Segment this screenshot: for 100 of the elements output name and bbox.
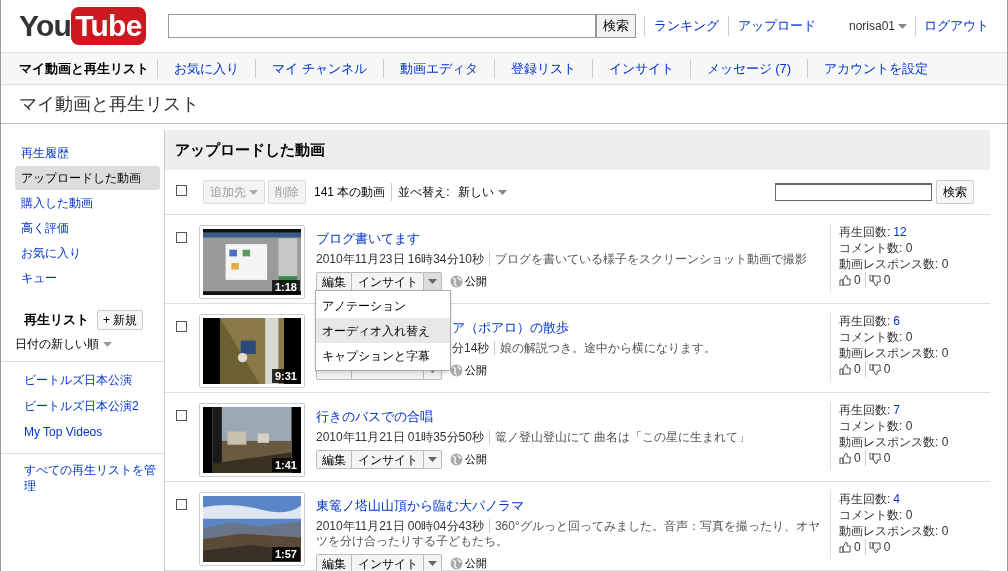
view-count: 7 (893, 402, 901, 418)
thumbs-up-icon[interactable] (839, 274, 851, 286)
comment-count: コメント数: 0 (839, 507, 914, 523)
video-title-link[interactable]: 東篭ノ塔山山頂から臨む大パノラマ (316, 496, 524, 516)
video-title-link[interactable]: 行きのバスでの合唱 (316, 407, 433, 427)
search-button[interactable]: 検索 (936, 180, 974, 204)
checkbox[interactable] (176, 410, 187, 421)
thumbs-down-icon[interactable] (868, 541, 881, 553)
privacy-status: 公開 (465, 273, 487, 289)
video-duration: 1:41 (271, 458, 300, 472)
nav-link[interactable]: アップロード (727, 16, 825, 36)
insight-button[interactable]: インサイト (352, 449, 423, 469)
page-title: マイ動画と再生リスト (1, 85, 1007, 124)
views-label: 再生回数: (839, 313, 891, 329)
caret-icon (898, 23, 907, 29)
logout-link[interactable]: ログアウト (915, 16, 989, 36)
video-details: 2010年11月23日 16時34分10秒 ブログを書いている様子をスクリーンショット動画で撮影 (316, 251, 808, 267)
menu-item[interactable]: オーディオ入れ替え (316, 318, 450, 343)
globe-icon (450, 556, 463, 570)
video-details: 2010年11月21日 01時35分50秒 篭ノ登山登山にて 曲名は「この星に生まれて」 (316, 429, 752, 445)
insight-button[interactable]: インサイト (352, 271, 423, 291)
playlist-link[interactable]: My Top Videos (24, 423, 164, 441)
comment-count: コメント数: 0 (839, 329, 914, 345)
video-title-link[interactable]: ア（ポアロ）の散歩 (452, 318, 569, 338)
sidebar-item[interactable]: アップロードした動画 (15, 166, 160, 190)
insight-dropdown-button[interactable] (423, 271, 442, 291)
nav-tab[interactable]: メッセージ (7) (689, 58, 808, 79)
nav-tab[interactable]: マイ チャンネル (255, 58, 383, 79)
sidebar-item[interactable]: お気に入り (15, 241, 160, 265)
nav-tab[interactable]: アカウントを設定 (807, 58, 945, 79)
nav-link[interactable]: ランキング (643, 16, 728, 36)
sidebar-item[interactable]: 再生履歴 (15, 141, 160, 165)
caret-icon (428, 456, 437, 462)
manage-playlists-link[interactable]: すべての再生リストを管理 (24, 462, 158, 494)
sort-label: 並べ替え: (398, 184, 450, 201)
edit-button[interactable]: 編集 (316, 271, 352, 291)
view-count: 4 (893, 491, 901, 507)
menu-item[interactable]: キャプションと字幕 (316, 343, 450, 368)
dislike-count: 0 (883, 272, 891, 288)
playlist-link[interactable]: ビートルズ日本公演 (24, 371, 164, 389)
views-label: 再生回数: (839, 224, 891, 240)
nav-tab[interactable]: 動画エディタ (382, 58, 494, 79)
privacy-status: 公開 (465, 362, 487, 378)
nav-tab[interactable]: お気に入り (157, 58, 255, 79)
like-count: 0 (854, 272, 866, 288)
playlist-link[interactable]: ビートルズ日本公演2 (24, 397, 164, 415)
caret-icon (103, 341, 112, 347)
nav-tab[interactable]: 登録リスト (493, 58, 592, 79)
views-label: 再生回数: (839, 491, 891, 507)
checkbox[interactable] (176, 232, 187, 243)
search-field[interactable] (167, 14, 596, 38)
view-count: 12 (893, 224, 907, 240)
globe-icon (450, 274, 463, 288)
like-count: 0 (854, 450, 866, 466)
thumbs-down-icon[interactable] (868, 363, 881, 375)
dislike-count: 0 (883, 539, 891, 555)
sort-dropdown[interactable]: 日付の新しい順 (15, 335, 160, 353)
video-duration: 1:57 (271, 547, 300, 561)
insight-button[interactable]: インサイト (352, 553, 423, 571)
thumbs-up-icon[interactable] (839, 452, 851, 464)
thumbs-down-icon[interactable] (868, 274, 881, 286)
insight-dropdown-button[interactable] (423, 553, 442, 571)
views-label: 再生回数: (839, 402, 891, 418)
thumbs-up-icon[interactable] (839, 363, 851, 375)
checkbox[interactable] (176, 499, 187, 510)
response-count: 動画レスポンス数: 0 (839, 345, 950, 361)
like-count: 0 (854, 361, 866, 377)
sort-dropdown[interactable]: 新しい (457, 183, 507, 201)
checkbox[interactable] (176, 321, 187, 332)
thumbs-down-icon[interactable] (868, 452, 881, 464)
video-title-link[interactable]: ブログ書いてます (316, 229, 420, 249)
checkbox[interactable] (176, 184, 187, 196)
playlist-heading: 再生リスト (24, 311, 89, 330)
response-count: 動画レスポンス数: 0 (839, 256, 950, 272)
video-count: 141 本の動画 (314, 183, 393, 201)
insight-dropdown-button[interactable] (423, 449, 442, 469)
sidebar-item[interactable]: キュー (15, 266, 160, 290)
user-menu[interactable]: norisa01 (848, 17, 907, 35)
search-button[interactable]: 検索 (595, 14, 636, 38)
thumbs-up-icon[interactable] (839, 541, 851, 553)
like-count: 0 (854, 539, 866, 555)
caret-icon (428, 278, 437, 284)
response-count: 動画レスポンス数: 0 (839, 434, 950, 450)
dislike-count: 0 (883, 450, 891, 466)
privacy-status: 公開 (465, 555, 487, 571)
video-details: 分14秒 娘の解説つき。途中から横になります。 (452, 340, 718, 356)
caret-icon (428, 560, 437, 566)
video-duration: 9:31 (271, 369, 300, 383)
privacy-status: 公開 (465, 451, 487, 467)
search-field[interactable] (775, 183, 932, 201)
edit-button[interactable]: 編集 (316, 449, 352, 469)
caret-icon (249, 189, 258, 195)
sidebar-item[interactable]: 高く評価 (15, 216, 160, 240)
sidebar-item[interactable]: 購入した動画 (15, 191, 160, 215)
menu-item[interactable]: アノテーション (316, 293, 450, 318)
new-playlist-button[interactable]: + 新規 (97, 310, 144, 330)
nav-tab[interactable]: インサイト (591, 58, 690, 79)
edit-button[interactable]: 編集 (316, 553, 352, 571)
nav-tab[interactable]: マイ動画と再生リスト (11, 58, 157, 79)
dislike-count: 0 (883, 361, 891, 377)
